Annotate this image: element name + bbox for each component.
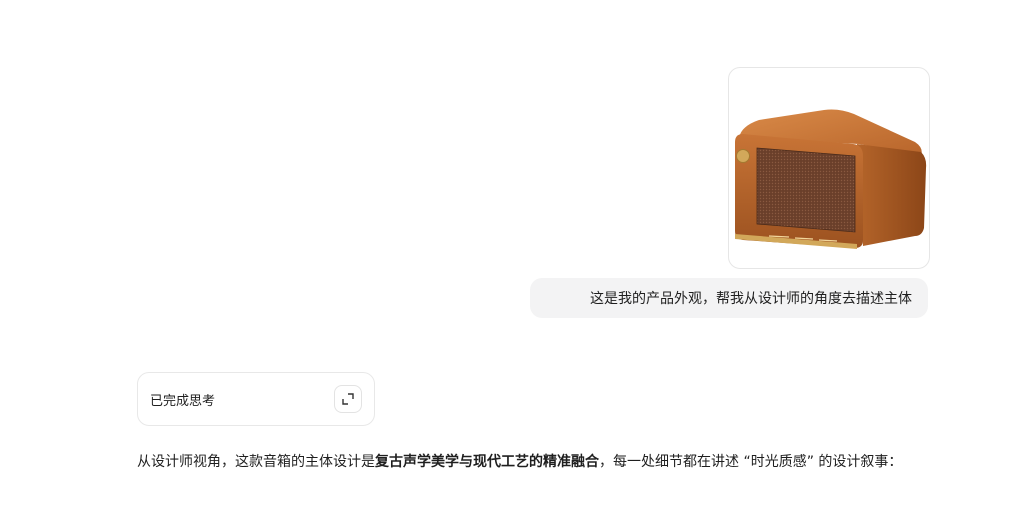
expand-icon <box>342 393 354 405</box>
expand-thinking-button[interactable] <box>334 385 362 413</box>
answer-highlight: 复古声学美学与现代工艺的精准融合 <box>375 454 599 470</box>
user-message-text: 这是我的产品外观，帮我从设计师的角度去描述主体 <box>590 291 912 307</box>
thinking-status-card[interactable]: 已完成思考 <box>137 372 375 426</box>
answer-part-2: ，每一处细节都在讲述 “时光质感” 的设计叙事： <box>599 454 903 470</box>
speaker-image <box>735 109 927 249</box>
answer-part-1: 从设计师视角，这款音箱的主体设计是 <box>137 454 375 470</box>
thinking-status-label: 已完成思考 <box>150 393 216 409</box>
user-message-bubble: 这是我的产品外观，帮我从设计师的角度去描述主体 <box>530 278 928 318</box>
product-image-attachment[interactable] <box>728 67 930 269</box>
assistant-answer-text: 从设计师视角，这款音箱的主体设计是复古声学美学与现代工艺的精准融合，每一处细节都… <box>137 449 932 475</box>
